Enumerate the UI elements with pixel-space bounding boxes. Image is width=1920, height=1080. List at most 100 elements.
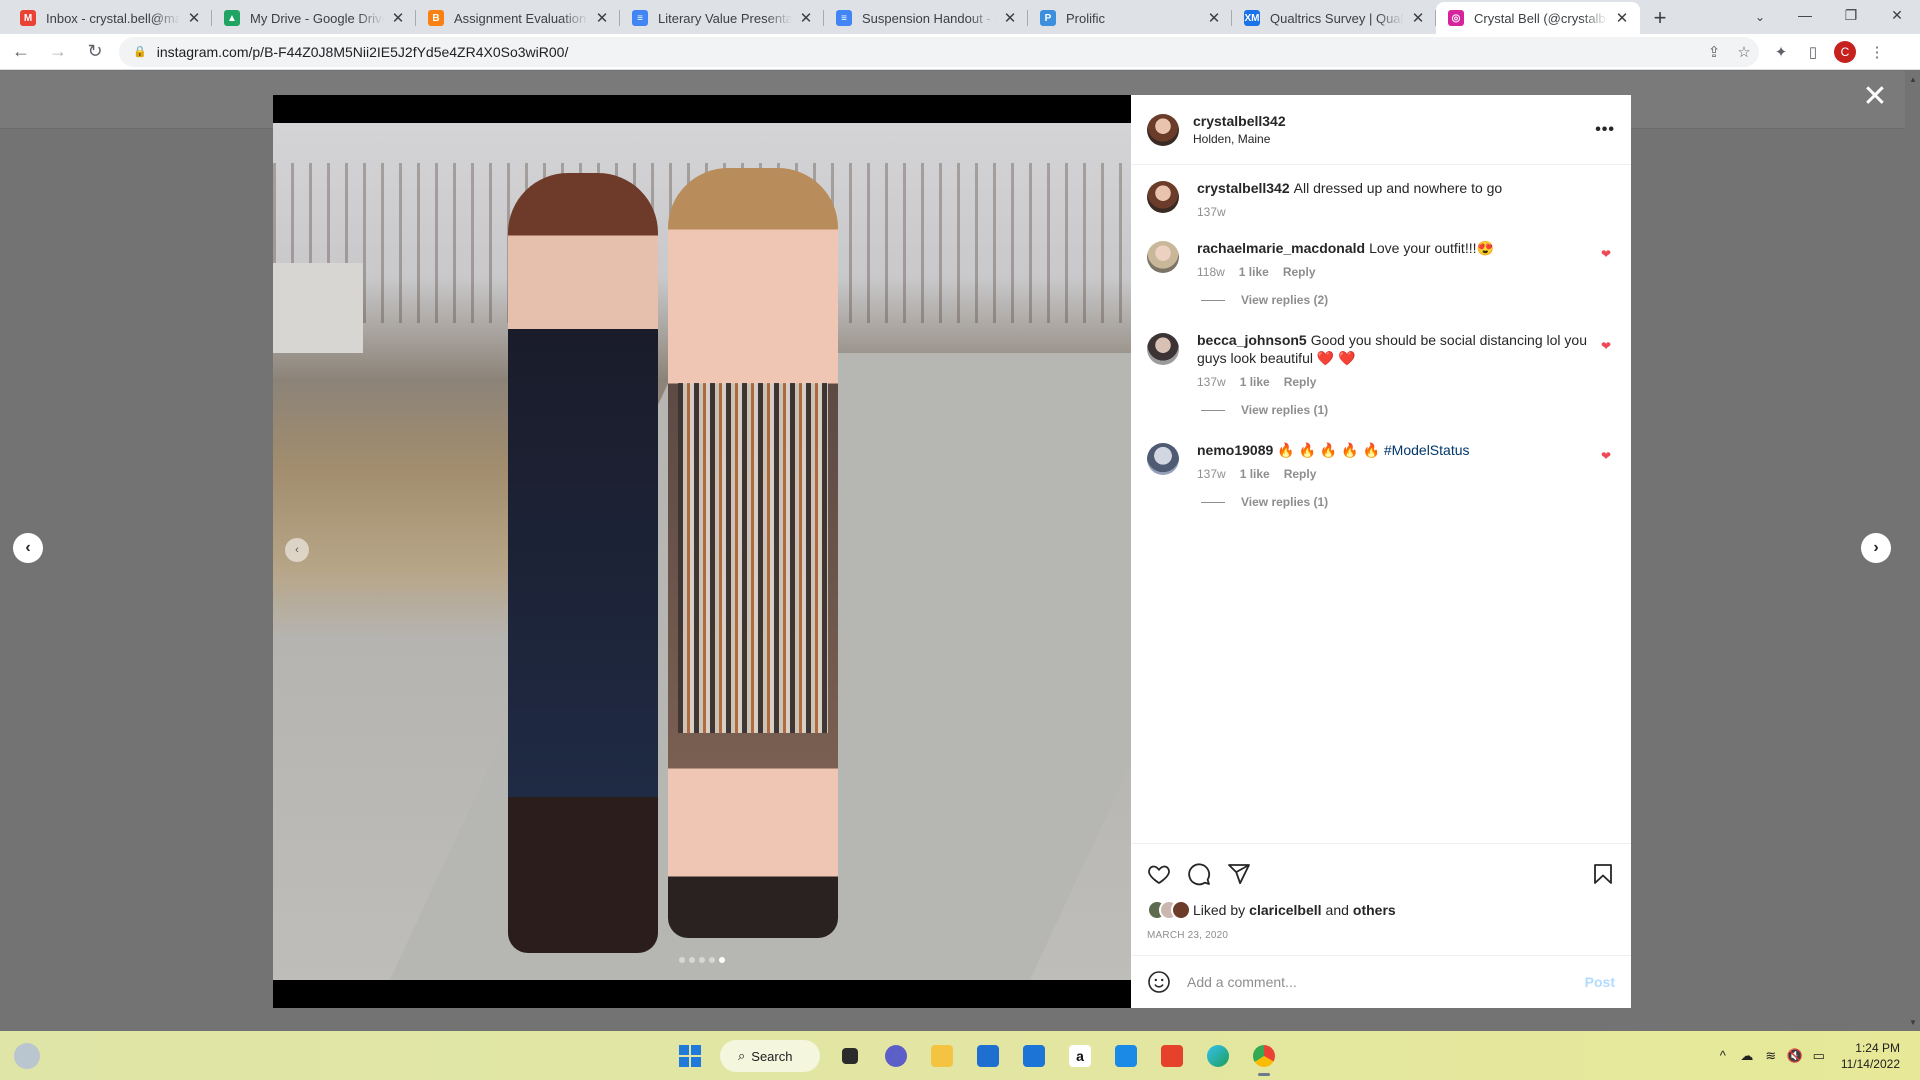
url-text[interactable]: instagram.com/p/B-F44Z0J8M5Nii2IE5J2fYd5… (157, 44, 1699, 60)
comment-reply-button[interactable]: Reply (1284, 375, 1317, 389)
tab-close-icon[interactable]: ✕ (186, 9, 202, 27)
liked-by-user[interactable]: claricelbell (1249, 902, 1321, 918)
comment-username[interactable]: rachaelmarie_macdonald (1197, 240, 1365, 256)
comment-age[interactable]: 137w (1197, 467, 1226, 481)
chrome-icon[interactable] (1244, 1036, 1284, 1076)
battery-icon[interactable]: ▭ (1807, 1048, 1831, 1064)
comment-age[interactable]: 137w (1197, 375, 1226, 389)
clock[interactable]: 1:24 PM 11/14/2022 (1841, 1040, 1900, 1072)
comment-username[interactable]: nemo19089 (1197, 442, 1273, 458)
new-tab-icon[interactable]: + (1646, 4, 1674, 32)
tab-close-icon[interactable]: ✕ (594, 9, 610, 27)
volume-muted-icon[interactable]: 🔇 (1783, 1048, 1807, 1064)
comment-likes[interactable]: 1 like (1240, 375, 1270, 389)
post-username[interactable]: crystalbell342 (1193, 113, 1595, 129)
browser-tab[interactable]: ≡ Suspension Handout - Google Docs ✕ (824, 2, 1028, 34)
edge-icon[interactable] (1198, 1036, 1238, 1076)
amazon-icon[interactable]: a (1060, 1036, 1100, 1076)
file-explorer-icon[interactable] (922, 1036, 962, 1076)
share-paper-plane-icon[interactable] (1227, 854, 1267, 894)
tab-close-icon[interactable]: ✕ (1410, 9, 1426, 27)
avatar[interactable] (1147, 241, 1179, 273)
tab-search-chevron-icon[interactable]: ⌄ (1746, 4, 1774, 30)
comment-like-heart-icon[interactable]: ❤ (1601, 339, 1611, 353)
forward-icon[interactable]: → (42, 36, 74, 68)
avatar[interactable] (1147, 181, 1179, 213)
app-icon[interactable] (1106, 1036, 1146, 1076)
browser-tab[interactable]: ≡ Literary Value Presentation ✕ (620, 2, 824, 34)
tab-close-icon[interactable]: ✕ (1614, 9, 1630, 27)
maximize-icon[interactable]: ❐ (1828, 0, 1874, 30)
previous-post-icon[interactable]: ‹ (13, 533, 43, 563)
start-windows-icon[interactable] (670, 1036, 710, 1076)
browser-tab[interactable]: ◎ Crystal Bell (@crystalbell342) ✕ (1436, 2, 1640, 34)
mail-icon[interactable] (1014, 1036, 1054, 1076)
back-icon[interactable]: ← (5, 36, 37, 68)
browser-tab[interactable]: B Assignment Evaluation - Moodle ✕ (416, 2, 620, 34)
comment-likes[interactable]: 1 like (1239, 265, 1269, 279)
post-location[interactable]: Holden, Maine (1193, 132, 1595, 146)
tab-close-icon[interactable]: ✕ (1206, 9, 1222, 27)
comment-like-heart-icon[interactable]: ❤ (1601, 449, 1611, 463)
post-photo[interactable]: ‹ (273, 123, 1131, 980)
browser-tab[interactable]: P Prolific ✕ (1028, 2, 1232, 34)
menu-kebab-icon[interactable]: ⋮ (1861, 36, 1893, 68)
post-comment-button[interactable]: Post (1585, 974, 1615, 990)
avatar[interactable] (1147, 333, 1179, 365)
browser-tab[interactable]: XM Qualtrics Survey | Qualtrics ✕ (1232, 2, 1436, 34)
browser-tab[interactable]: M Inbox - crystal.bell@maine.edu ✕ (8, 2, 212, 34)
side-panel-icon[interactable]: ▯ (1797, 36, 1829, 68)
tab-close-icon[interactable]: ✕ (1002, 9, 1018, 27)
comment-username[interactable]: becca_johnson5 (1197, 332, 1307, 348)
comment-like-heart-icon[interactable]: ❤ (1601, 247, 1611, 261)
avatar[interactable] (1147, 443, 1179, 475)
office-icon[interactable] (1152, 1036, 1192, 1076)
liked-by-avatars[interactable] (1147, 900, 1191, 920)
tab-close-icon[interactable]: ✕ (798, 9, 814, 27)
comment-likes[interactable]: 1 like (1240, 467, 1270, 481)
task-view-icon[interactable] (830, 1036, 870, 1076)
view-replies-button[interactable]: View replies (2) (1201, 293, 1615, 307)
comment-reply-button[interactable]: Reply (1284, 467, 1317, 481)
page-scrollbar[interactable]: ▲ ▼ (1905, 71, 1920, 1031)
emoji-icon[interactable] (1147, 970, 1171, 994)
save-bookmark-icon[interactable] (1575, 854, 1615, 894)
tab-close-icon[interactable]: ✕ (390, 9, 406, 27)
comment-hashtag[interactable]: #ModelStatus (1384, 442, 1470, 458)
show-hidden-icons-icon[interactable]: ^ (1711, 1048, 1735, 1063)
caption-username[interactable]: crystalbell342 (1197, 180, 1290, 196)
comment-reply-button[interactable]: Reply (1283, 265, 1316, 279)
taskbar-search[interactable]: ⌕ Search (720, 1040, 820, 1072)
share-icon[interactable]: ⇪ (1699, 43, 1729, 61)
microsoft-store-icon[interactable] (968, 1036, 1008, 1076)
avatar[interactable] (1147, 113, 1179, 146)
more-options-icon[interactable]: ••• (1595, 121, 1615, 139)
extensions-icon[interactable]: ✦ (1765, 36, 1797, 68)
add-comment-input[interactable] (1187, 974, 1585, 990)
close-modal-icon[interactable]: ✕ (1862, 82, 1888, 112)
minimize-icon[interactable]: — (1782, 0, 1828, 30)
liked-by-others[interactable]: others (1353, 902, 1396, 918)
comment-age[interactable]: 118w (1197, 265, 1225, 279)
post-date[interactable]: MARCH 23, 2020 (1147, 930, 1615, 941)
lock-icon[interactable]: 🔒 (133, 45, 147, 58)
onedrive-cloud-icon[interactable]: ☁ (1735, 1048, 1759, 1064)
scroll-down-icon[interactable]: ▼ (1909, 1018, 1917, 1027)
caption-age[interactable]: 137w (1197, 205, 1226, 219)
bookmark-star-icon[interactable]: ☆ (1729, 43, 1759, 61)
like-heart-icon[interactable] (1147, 854, 1187, 894)
teams-chat-icon[interactable] (876, 1036, 916, 1076)
close-window-icon[interactable]: ✕ (1874, 0, 1920, 30)
address-bar[interactable]: 🔒 instagram.com/p/B-F44Z0J8M5Nii2IE5J2fY… (119, 36, 1759, 67)
profile-avatar[interactable]: C (1834, 40, 1856, 63)
view-replies-button[interactable]: View replies (1) (1201, 403, 1615, 417)
carousel-prev-icon[interactable]: ‹ (285, 538, 309, 562)
wifi-icon[interactable]: ≋ (1759, 1048, 1783, 1064)
scroll-up-icon[interactable]: ▲ (1909, 75, 1917, 84)
weather-widget-icon[interactable] (14, 1043, 40, 1069)
view-replies-button[interactable]: View replies (1) (1201, 495, 1615, 509)
comment-bubble-icon[interactable] (1187, 854, 1227, 894)
next-post-icon[interactable]: › (1861, 533, 1891, 563)
reload-icon[interactable]: ↻ (79, 36, 111, 68)
browser-tab[interactable]: ▲ My Drive - Google Drive ✕ (212, 2, 416, 34)
